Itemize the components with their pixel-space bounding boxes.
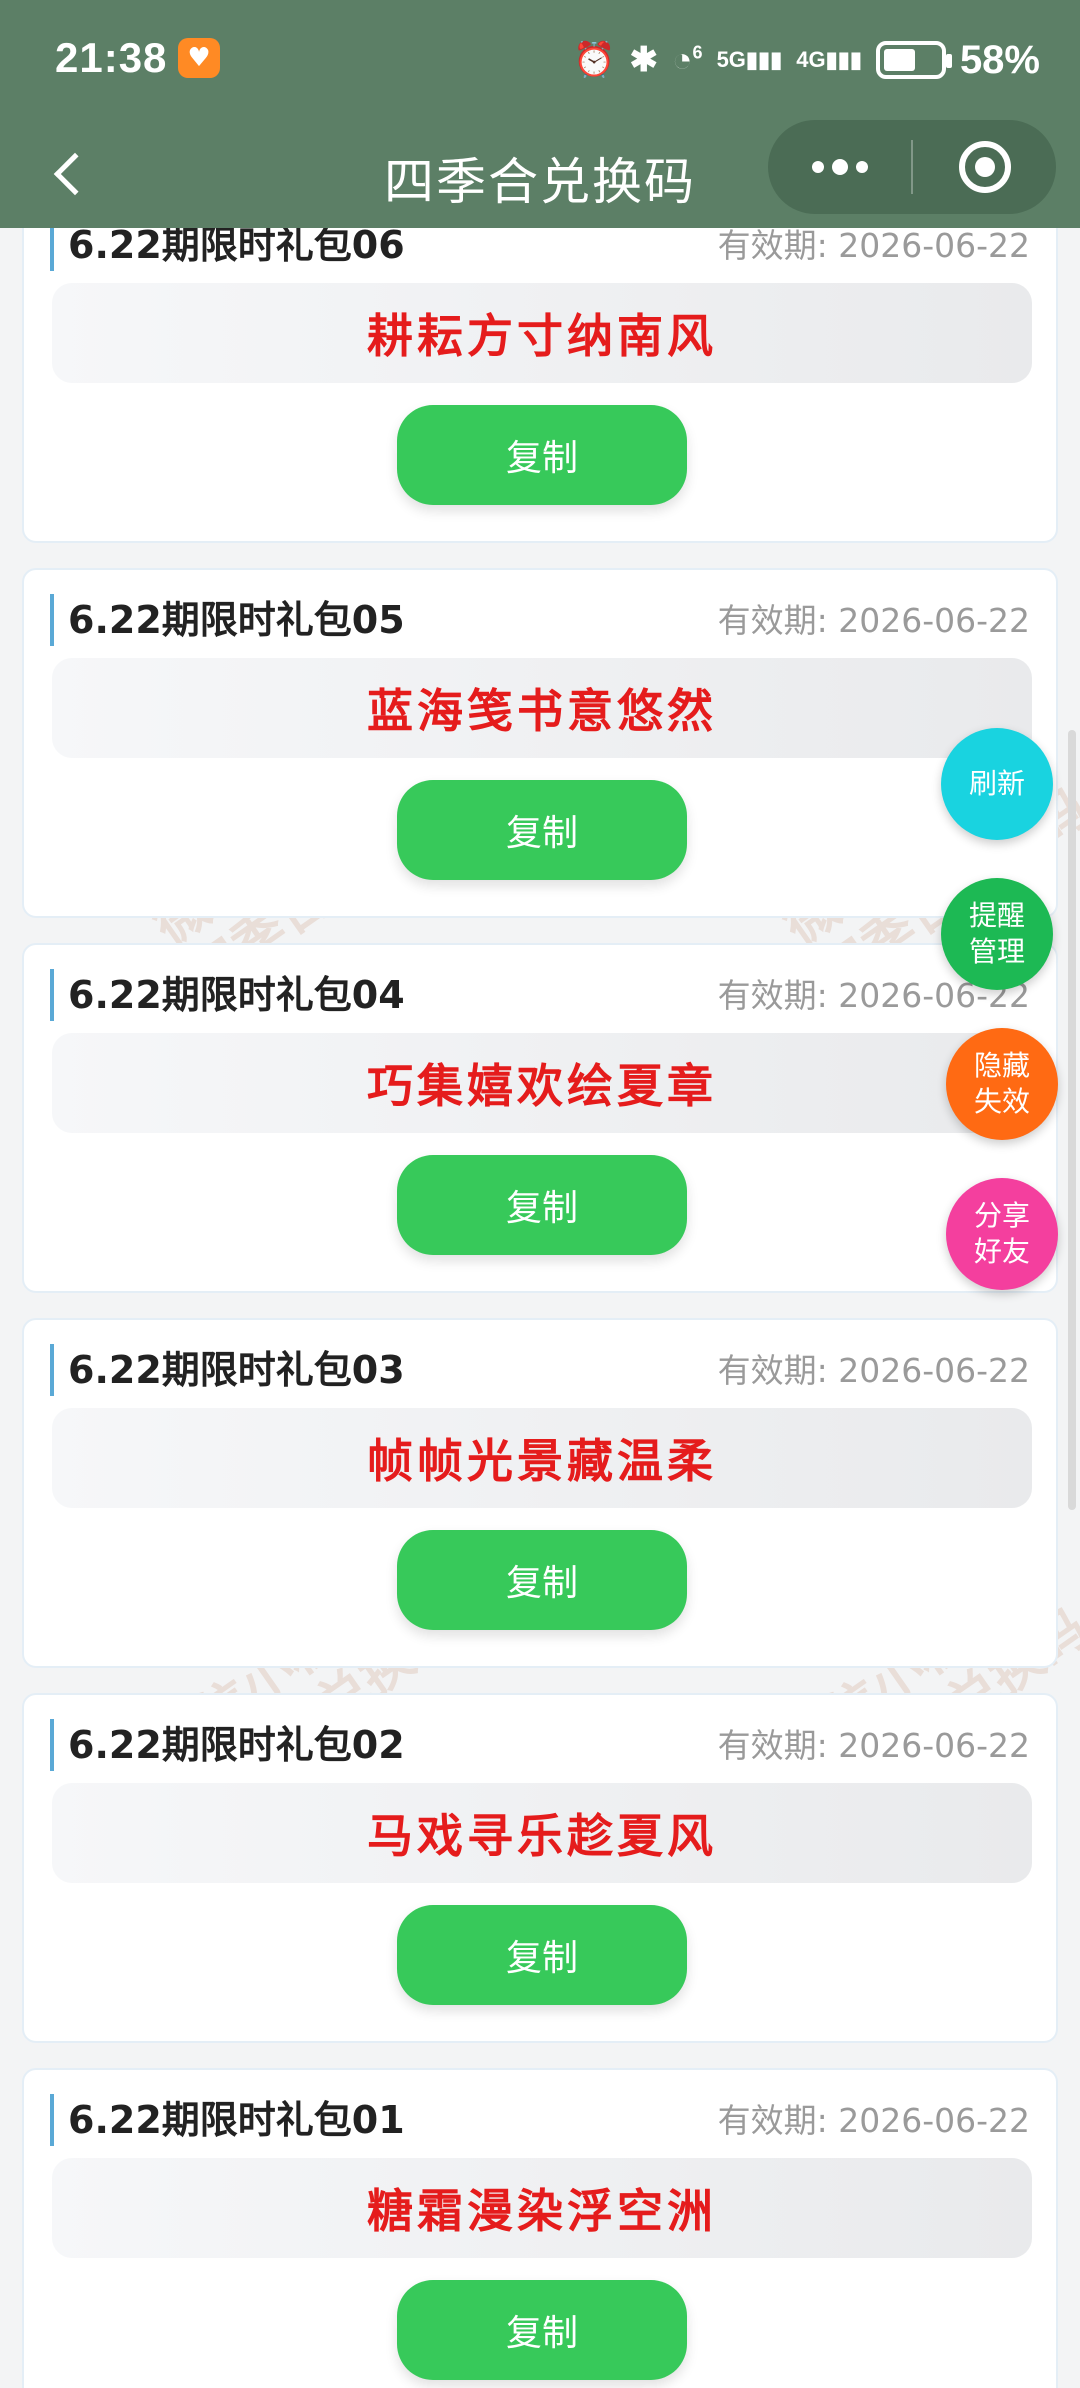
copy-button[interactable]: 复制 xyxy=(397,1155,687,1255)
code-list[interactable]: 微信小程序四季合兑换码 微信小程序四季合兑换码 微信小程序四季合兑换码 微信小程… xyxy=(0,228,1080,2388)
bluetooth-icon: ✱ xyxy=(629,41,659,79)
code-card: 6.22期限时礼包05 有效期: 2026-06-22 蓝海笺书意悠然 复制 xyxy=(22,568,1058,918)
redeem-code: 耕耘方寸纳南风 xyxy=(52,283,1032,383)
card-expiry: 有效期: 2026-06-22 xyxy=(717,1351,1030,1390)
dot-icon xyxy=(855,161,868,173)
wifi-label: 6 xyxy=(692,42,703,63)
redeem-code: 糖霜漫染浮空洲 xyxy=(52,2158,1032,2258)
share-friends-button[interactable]: 分享 好友 xyxy=(946,1178,1058,1290)
signal-4g-icon: 4G▮▮▮ xyxy=(796,47,862,72)
card-title: 6.22期限时礼包06 xyxy=(50,228,405,271)
code-card: 6.22期限时礼包06 有效期: 2026-06-22 耕耘方寸纳南风 复制 xyxy=(22,228,1058,543)
card-title: 6.22期限时礼包05 xyxy=(50,594,405,646)
copy-button[interactable]: 复制 xyxy=(397,1905,687,2005)
refresh-button[interactable]: 刷新 xyxy=(941,728,1053,840)
code-card: 6.22期限时礼包01 有效期: 2026-06-22 糖霜漫染浮空洲 复制 xyxy=(22,2068,1058,2388)
battery-icon xyxy=(875,41,952,79)
dot-icon xyxy=(811,161,824,173)
hide-line2: 失效 xyxy=(973,1085,1030,1118)
copy-button[interactable]: 复制 xyxy=(397,1530,687,1630)
target-icon xyxy=(958,141,1011,193)
copy-button[interactable]: 复制 xyxy=(397,405,687,505)
net-4g-label: 4G xyxy=(796,47,826,72)
redeem-code: 马戏寻乐趁夏风 xyxy=(52,1783,1032,1883)
card-expiry: 有效期: 2026-06-22 xyxy=(717,2101,1030,2140)
card-title: 6.22期限时礼包01 xyxy=(50,2094,405,2146)
hide-expired-button[interactable]: 隐藏 失效 xyxy=(946,1028,1058,1140)
card-expiry: 有效期: 2026-06-22 xyxy=(717,228,1030,265)
nav-bar: 四季合兑换码 xyxy=(0,120,1080,228)
status-bar: 21:38 ♥ ⏰ ✱ ◔6 5G▮▮▮ 4G▮▮▮ 58% xyxy=(0,0,1080,120)
copy-button[interactable]: 复制 xyxy=(397,780,687,880)
card-title: 6.22期限时礼包03 xyxy=(50,1344,405,1396)
more-button[interactable] xyxy=(768,120,911,214)
battery-text: 58% xyxy=(959,37,1040,82)
dot-icon xyxy=(831,159,848,175)
card-expiry: 有效期: 2026-06-22 xyxy=(717,1726,1030,1765)
reminder-line2: 管理 xyxy=(968,935,1025,968)
share-label: 分享 好友 xyxy=(970,1198,1034,1270)
signal-5g-icon: 5G▮▮▮ xyxy=(716,47,783,72)
status-time: 21:38 xyxy=(55,34,168,81)
share-line1: 分享 xyxy=(973,1199,1030,1232)
refresh-label: 刷新 xyxy=(968,767,1025,800)
code-card: 6.22期限时礼包02 有效期: 2026-06-22 马戏寻乐趁夏风 复制 xyxy=(22,1693,1058,2043)
redeem-code: 帧帧光景藏温柔 xyxy=(52,1408,1032,1508)
code-card: 6.22期限时礼包04 有效期: 2026-06-22 巧集嬉欢绘夏章 复制 xyxy=(22,943,1058,1293)
card-title: 6.22期限时礼包04 xyxy=(50,969,405,1021)
hide-line1: 隐藏 xyxy=(973,1049,1030,1082)
copy-button[interactable]: 复制 xyxy=(397,2280,687,2380)
miniprogram-capsule xyxy=(768,120,1056,214)
reminder-label: 提醒 管理 xyxy=(965,898,1029,970)
share-line2: 好友 xyxy=(973,1235,1030,1268)
code-card: 6.22期限时礼包03 有效期: 2026-06-22 帧帧光景藏温柔 复制 xyxy=(22,1318,1058,1668)
wifi-icon: ◔6 xyxy=(672,40,703,79)
scrollbar[interactable] xyxy=(1068,730,1076,1510)
net-5g-label: 5G xyxy=(716,47,746,72)
heart-icon: ♥ xyxy=(178,38,220,78)
alarm-icon: ⏰ xyxy=(573,41,616,79)
status-icons: ⏰ ✱ ◔6 5G▮▮▮ 4G▮▮▮ 58% xyxy=(573,30,1040,90)
reminder-manage-button[interactable]: 提醒 管理 xyxy=(941,878,1053,990)
close-miniprogram-button[interactable] xyxy=(913,120,1056,214)
reminder-line1: 提醒 xyxy=(968,899,1025,932)
battery-fill xyxy=(883,49,916,71)
redeem-code: 巧集嬉欢绘夏章 xyxy=(52,1033,1032,1133)
card-title: 6.22期限时礼包02 xyxy=(50,1719,405,1771)
redeem-code: 蓝海笺书意悠然 xyxy=(52,658,1032,758)
hide-label: 隐藏 失效 xyxy=(970,1048,1034,1120)
card-expiry: 有效期: 2026-06-22 xyxy=(717,601,1030,640)
